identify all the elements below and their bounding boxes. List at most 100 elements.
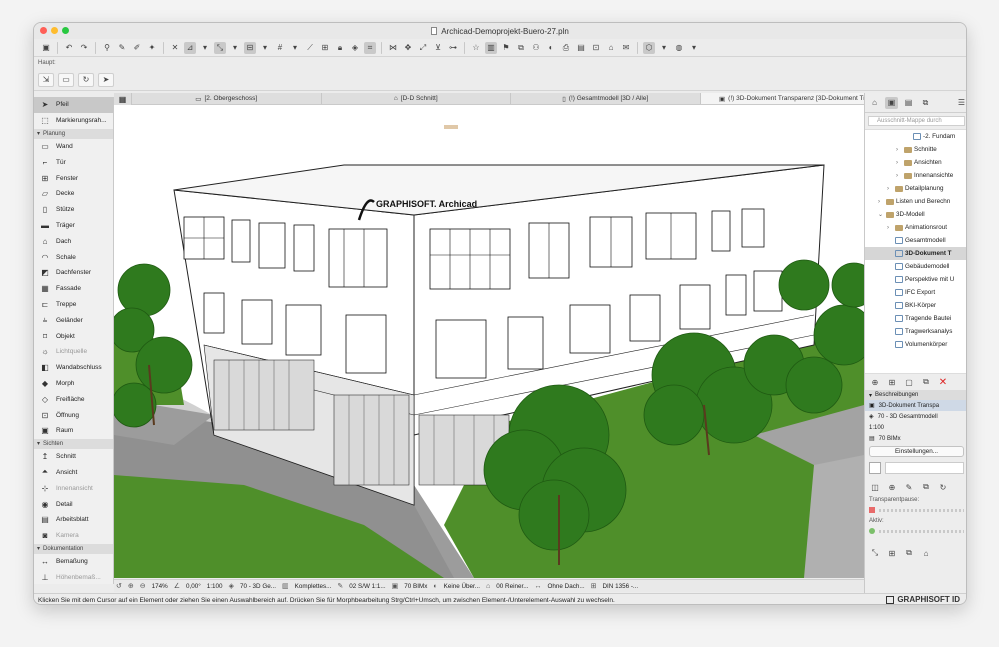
- tree-folder[interactable]: › Schnitte: [865, 143, 966, 156]
- trim-icon[interactable]: ⟋: [304, 42, 316, 54]
- tool-level-dimension[interactable]: ⊥ Höhenbemaß...: [34, 569, 113, 584]
- tool-zone[interactable]: ▣ Raum: [34, 423, 113, 439]
- maximize-window-button[interactable]: [62, 27, 69, 34]
- view-map-icon[interactable]: ▣: [885, 96, 898, 109]
- active-slider[interactable]: [869, 525, 964, 537]
- menu-icon[interactable]: ☰: [955, 97, 966, 109]
- offset-icon[interactable]: ⊶: [447, 42, 459, 54]
- render-icon[interactable]: ◐: [545, 42, 557, 54]
- rotate-view-icon[interactable]: ↻: [78, 72, 94, 87]
- intersect-icon[interactable]: ⊻: [432, 42, 444, 54]
- tree-view-item[interactable]: BKI-Körper: [865, 299, 966, 312]
- refresh-icon[interactable]: ↻: [937, 482, 949, 493]
- toolbox-section-header[interactable]: ▾ Planung: [34, 128, 113, 139]
- tab-overview-icon[interactable]: ▦: [114, 93, 132, 105]
- save-view-icon[interactable]: ⊞: [886, 377, 898, 388]
- renovation-value[interactable]: 00 Reiner...: [496, 583, 528, 590]
- property-row[interactable]: 1:100: [865, 422, 966, 433]
- toolbox-section-header[interactable]: ▾ Dokumentation: [34, 543, 113, 554]
- find-select-icon[interactable]: ⚲: [101, 42, 113, 54]
- floor-plan-view-icon[interactable]: ▥: [485, 41, 497, 54]
- chevron-down-icon[interactable]: ▾: [688, 42, 700, 54]
- tree-folder[interactable]: › Animationsrout: [865, 221, 966, 234]
- tool-icon[interactable]: ⧉: [903, 548, 915, 559]
- tool-railing[interactable]: ⫨ Geländer: [34, 312, 113, 328]
- tool-door[interactable]: ⌐ Tür: [34, 154, 113, 170]
- chevron-down-icon[interactable]: ⌄: [878, 211, 884, 218]
- zoom-out-icon[interactable]: ⊖: [140, 582, 146, 590]
- selection-method-icon[interactable]: ⇲: [38, 72, 54, 87]
- tag-icon[interactable]: ⌂: [605, 42, 617, 54]
- chevron-down-icon[interactable]: ▾: [289, 42, 301, 54]
- save-icon[interactable]: ▣: [40, 42, 52, 54]
- tool-opening[interactable]: ⊡ Öffnung: [34, 407, 113, 423]
- tool-slab[interactable]: ▱ Decke: [34, 186, 113, 202]
- chevron-down-icon[interactable]: ▾: [259, 42, 271, 54]
- grid-snap-icon[interactable]: #: [274, 42, 286, 54]
- tool-lamp[interactable]: ☼ Lichtquelle: [34, 344, 113, 360]
- chevron-right-icon[interactable]: ›: [878, 199, 884, 205]
- copy-style-icon[interactable]: ⧉: [920, 482, 932, 493]
- pen-set-value[interactable]: 02 S/W 1:1...: [349, 583, 385, 590]
- chevron-right-icon[interactable]: ›: [896, 147, 902, 153]
- style-input[interactable]: [885, 462, 964, 474]
- tool-shell[interactable]: ◠ Schale: [34, 249, 113, 265]
- chevron-down-icon[interactable]: ▾: [658, 42, 670, 54]
- tree-view-item[interactable]: 3D-Dokument T: [865, 247, 966, 260]
- suspend-groups-icon[interactable]: ⌗: [364, 41, 376, 54]
- tool-icon[interactable]: ⤡: [869, 548, 881, 559]
- tool-section-tool[interactable]: ↥ Schnitt: [34, 449, 113, 465]
- settings-button[interactable]: Einstellungen...: [869, 446, 964, 457]
- tool-markierungsrahmen[interactable]: ⬚ Markierungsrah...: [34, 113, 113, 129]
- close-window-button[interactable]: [40, 27, 47, 34]
- tree-view-item[interactable]: Perspektive mit U: [865, 273, 966, 286]
- split-icon[interactable]: ⋈: [387, 42, 399, 54]
- tree-folder[interactable]: › Listen und Berechn: [865, 195, 966, 208]
- tool-curtain-wall[interactable]: ▦ Fassade: [34, 281, 113, 297]
- din-value[interactable]: DIN 1356 -...: [602, 583, 638, 590]
- tree-folder[interactable]: › Ansichten: [865, 156, 966, 169]
- property-row[interactable]: ▣ 3D-Dokument Transpa: [865, 400, 966, 411]
- tool-mesh[interactable]: ◇ Freifläche: [34, 391, 113, 407]
- snap-guides-icon[interactable]: ⤡: [214, 41, 226, 54]
- property-row[interactable]: ◈ 70 - 3D Gesamtmodell: [865, 411, 966, 422]
- property-row[interactable]: ▤ 70 BIMx: [865, 433, 966, 444]
- tool-dimension[interactable]: ↔ Bemaßung: [34, 554, 113, 570]
- magic-wand-icon[interactable]: ✦: [146, 42, 158, 54]
- tool-window[interactable]: ⊞ Fenster: [34, 170, 113, 186]
- tool-icon[interactable]: ⊞: [886, 548, 898, 559]
- override-value[interactable]: Keine Über...: [444, 583, 480, 590]
- undo-icon[interactable]: ↶: [63, 42, 75, 54]
- tree-view-item[interactable]: Tragende Bautei: [865, 312, 966, 325]
- tool-pfeil[interactable]: ➤ Pfeil: [34, 97, 113, 113]
- tree-view-item[interactable]: IFC Export: [865, 286, 966, 299]
- 3d-view-icon[interactable]: ⬡: [643, 41, 655, 54]
- new-view-icon[interactable]: ⊕: [869, 377, 881, 388]
- chevron-right-icon[interactable]: ›: [896, 173, 902, 179]
- tab-obergeschoss[interactable]: ▭ [2. Obergeschoss]: [132, 93, 322, 104]
- gravity-icon[interactable]: ⊟: [244, 41, 256, 54]
- tool-camera[interactable]: ◙ Kamera: [34, 528, 113, 544]
- properties-section-header[interactable]: ▾ Beschreibungen: [865, 390, 966, 400]
- edit-style-icon[interactable]: ✎: [903, 482, 915, 493]
- 3d-model-view[interactable]: GRAPHISOFT. Archicad: [114, 105, 864, 578]
- navigator-icon[interactable]: ⊡: [590, 42, 602, 54]
- layer-icon[interactable]: ◈: [349, 42, 361, 54]
- tree-folder[interactable]: › Detailplanung: [865, 182, 966, 195]
- eyedropper-icon[interactable]: ✎: [116, 42, 128, 54]
- scale-value[interactable]: 1:100: [207, 583, 223, 590]
- layers-icon[interactable]: ⧉: [515, 42, 527, 54]
- selection-shape-icon[interactable]: ▭: [58, 72, 74, 87]
- teamwork-icon[interactable]: ⚇: [530, 42, 542, 54]
- tree-view-item[interactable]: Volumenkörper: [865, 338, 966, 351]
- tool-beam[interactable]: ▬ Träger: [34, 218, 113, 234]
- minimize-window-button[interactable]: [51, 27, 58, 34]
- brand[interactable]: GRAPHISOFT ID: [886, 595, 960, 604]
- zoom-value[interactable]: 174%: [152, 583, 168, 590]
- markup-icon[interactable]: ✉: [620, 42, 632, 54]
- style-icon[interactable]: ◫: [869, 482, 881, 493]
- tab-3d-dokument[interactable]: ▣ (!) 3D-Dokument Transparenz [3D-Dokume…: [700, 93, 890, 104]
- new-folder-icon[interactable]: ▢: [903, 377, 915, 388]
- tool-icon[interactable]: ⌂: [920, 548, 932, 559]
- undo-zoom-icon[interactable]: ↺: [116, 582, 122, 590]
